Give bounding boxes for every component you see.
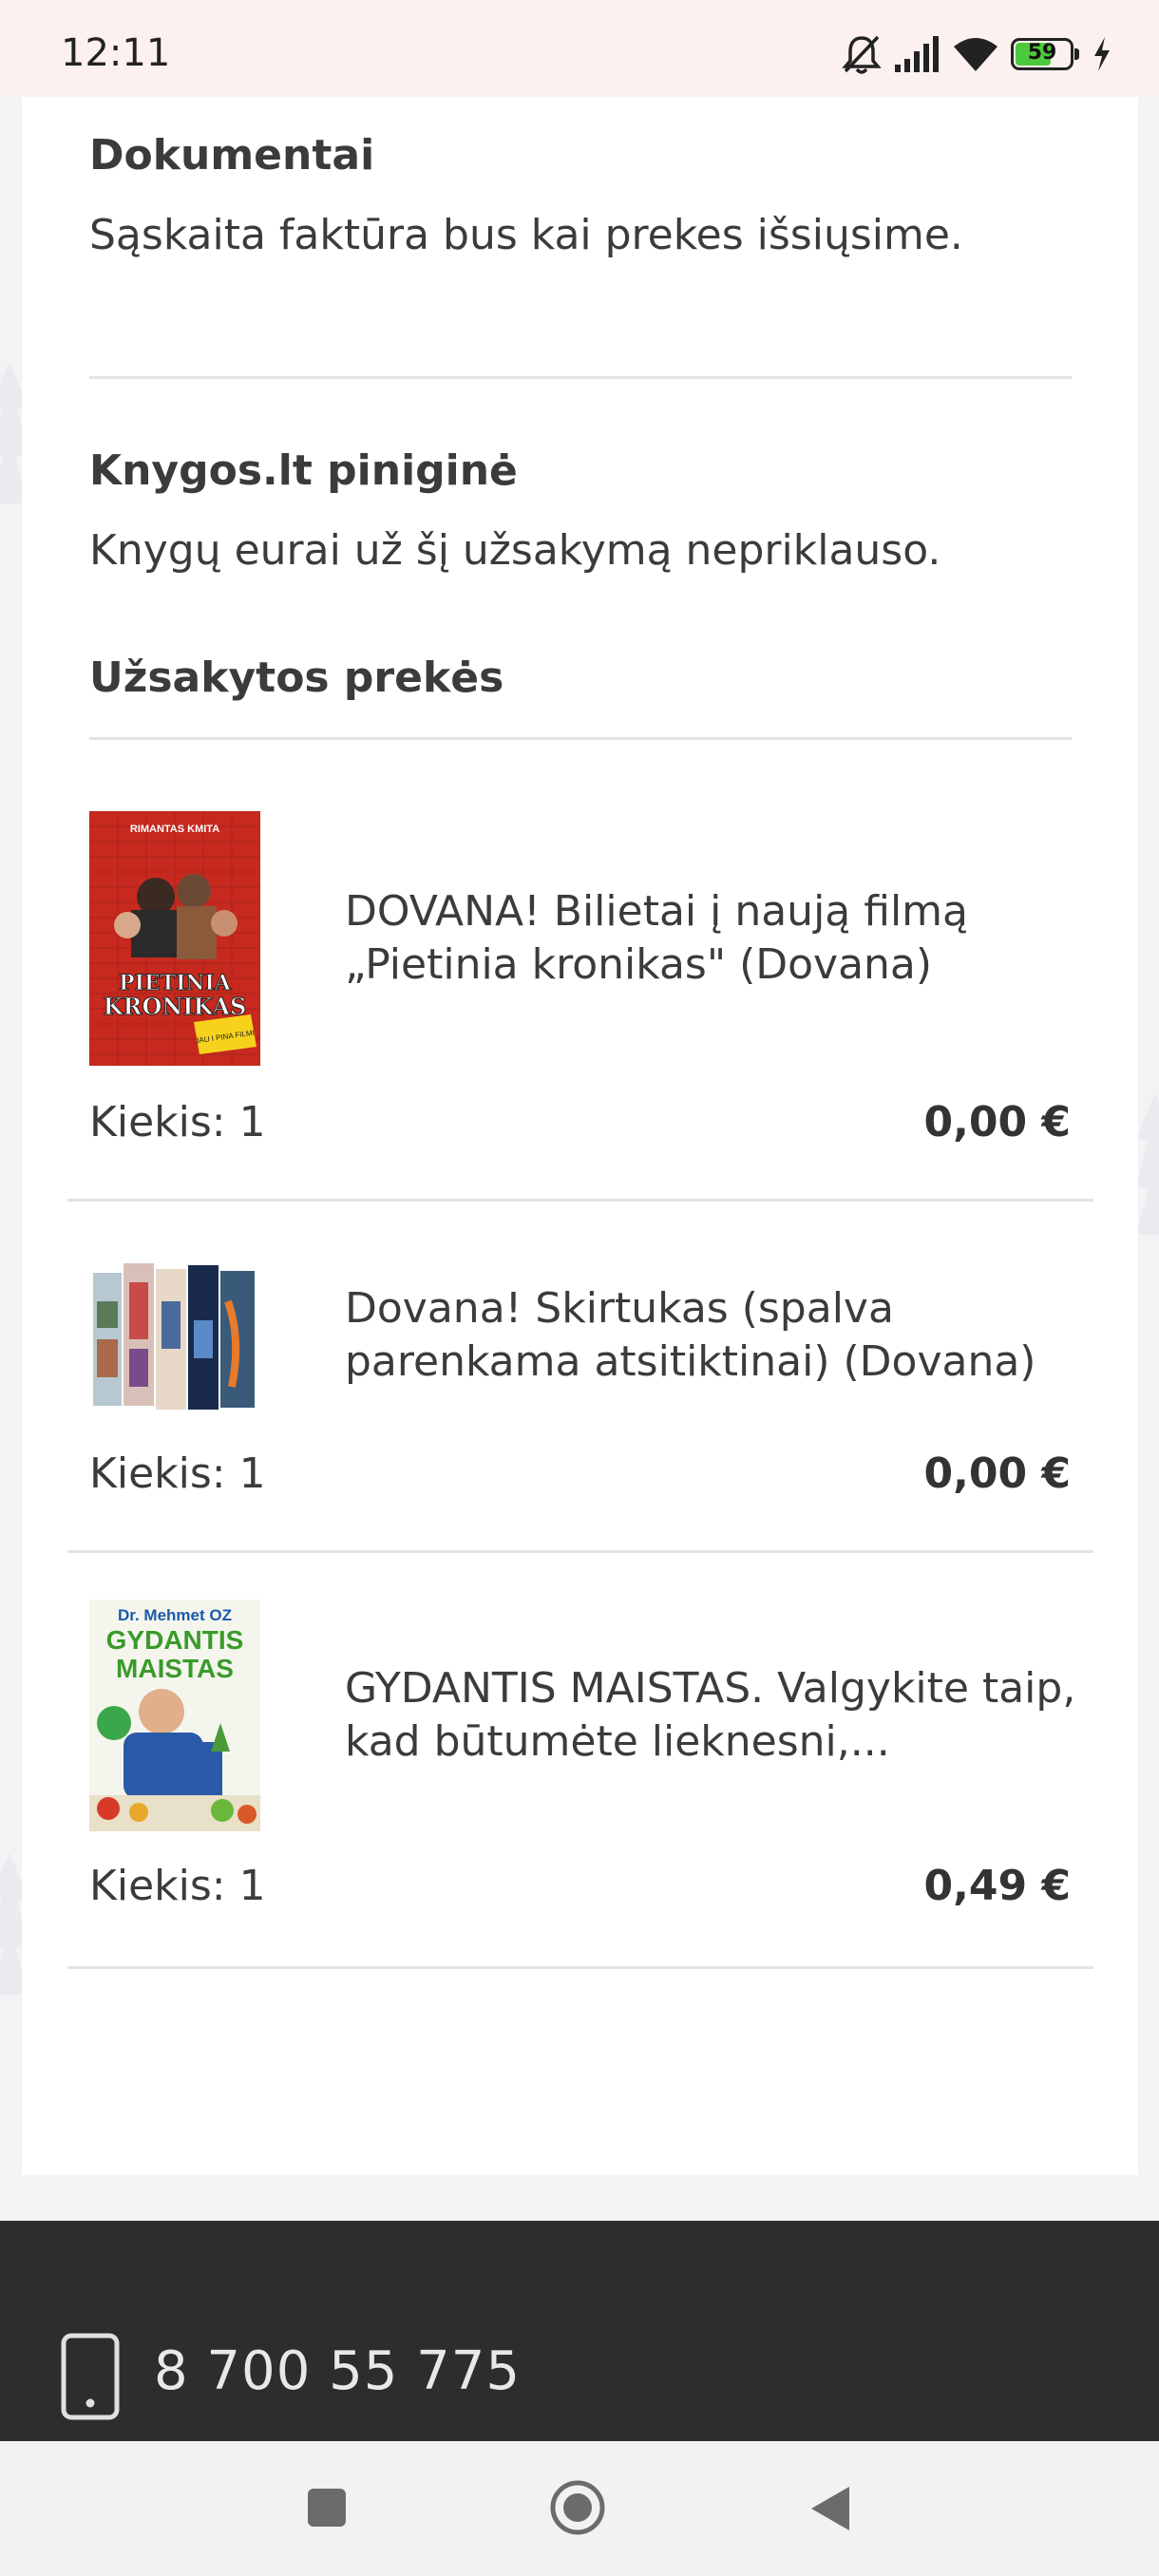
signal-icon	[895, 36, 939, 72]
status-bar: 12:11 59	[0, 0, 1159, 97]
item-price: 0,49 €	[923, 1862, 1072, 1910]
item-price: 0,00 €	[923, 1449, 1072, 1498]
battery-icon: 59	[1011, 38, 1079, 70]
tree-decoration	[1136, 1092, 1159, 1235]
item-quantity: Kiekis: 1	[89, 1098, 266, 1146]
item-quantity: Kiekis: 1	[89, 1862, 266, 1910]
wallet-text: Knygų eurai už šį užsakymą nepriklauso.	[89, 526, 941, 575]
divider	[67, 1550, 1093, 1553]
navigation-bar	[0, 2441, 1159, 2576]
svg-text:GYDANTIS: GYDANTIS	[106, 1625, 244, 1655]
svg-text:KRONIKAS: KRONIKAS	[104, 993, 247, 1020]
item-title[interactable]: GYDANTIS MAISTAS. Valgykite taip, kad bū…	[345, 1662, 1105, 1769]
ordered-items-title: Užsakytos prekės	[89, 653, 504, 702]
svg-text:MAISTAS: MAISTAS	[116, 1654, 234, 1683]
status-time: 12:11	[61, 31, 171, 75]
svg-text:Dr. Mehmet OZ: Dr. Mehmet OZ	[118, 1606, 232, 1624]
recent-apps-icon[interactable]	[306, 2487, 348, 2529]
battery-percent: 59	[1027, 41, 1057, 65]
phone-icon	[61, 2333, 120, 2420]
wifi-icon	[954, 38, 998, 71]
item-title[interactable]: Dovana! Skirtukas (spalva parenkama atsi…	[345, 1282, 1105, 1389]
footer: 8 700 55 775	[0, 2221, 1159, 2441]
item-quantity: Kiekis: 1	[89, 1449, 266, 1498]
order-details-card: Dokumentai Sąskaita faktūra bus kai prek…	[22, 97, 1138, 2175]
bell-off-icon	[842, 35, 882, 74]
phone-number[interactable]: 8 700 55 775	[154, 2340, 521, 2402]
item-price: 0,00 €	[923, 1098, 1072, 1146]
item-title[interactable]: DOVANA! Bilietai į naują filmą „Pietinia…	[345, 885, 1105, 992]
charging-icon	[1094, 37, 1110, 71]
divider	[67, 1199, 1093, 1202]
divider	[89, 376, 1072, 379]
svg-text:RIMANTAS KMITA: RIMANTAS KMITA	[130, 824, 219, 835]
divider	[89, 737, 1072, 740]
book-cover-pietinia-kronikas[interactable]: RIMANTAS KMITA PIETINIA KRONIKAS JAU I P…	[89, 811, 260, 1066]
wallet-title: Knygos.lt piniginė	[89, 446, 518, 495]
status-icons: 59	[828, 32, 1112, 76]
back-icon[interactable]	[809, 2485, 851, 2532]
home-icon[interactable]	[549, 2479, 606, 2536]
divider	[67, 1966, 1093, 1969]
documents-text: Sąskaita faktūra bus kai prekes išsiųsim…	[89, 211, 963, 259]
book-cover-gydantis-maistas[interactable]: Dr. Mehmet OZ GYDANTIS MAISTAS	[89, 1600, 260, 1831]
bookmark-set-image[interactable]	[89, 1263, 260, 1413]
documents-title: Dokumentai	[89, 131, 375, 180]
